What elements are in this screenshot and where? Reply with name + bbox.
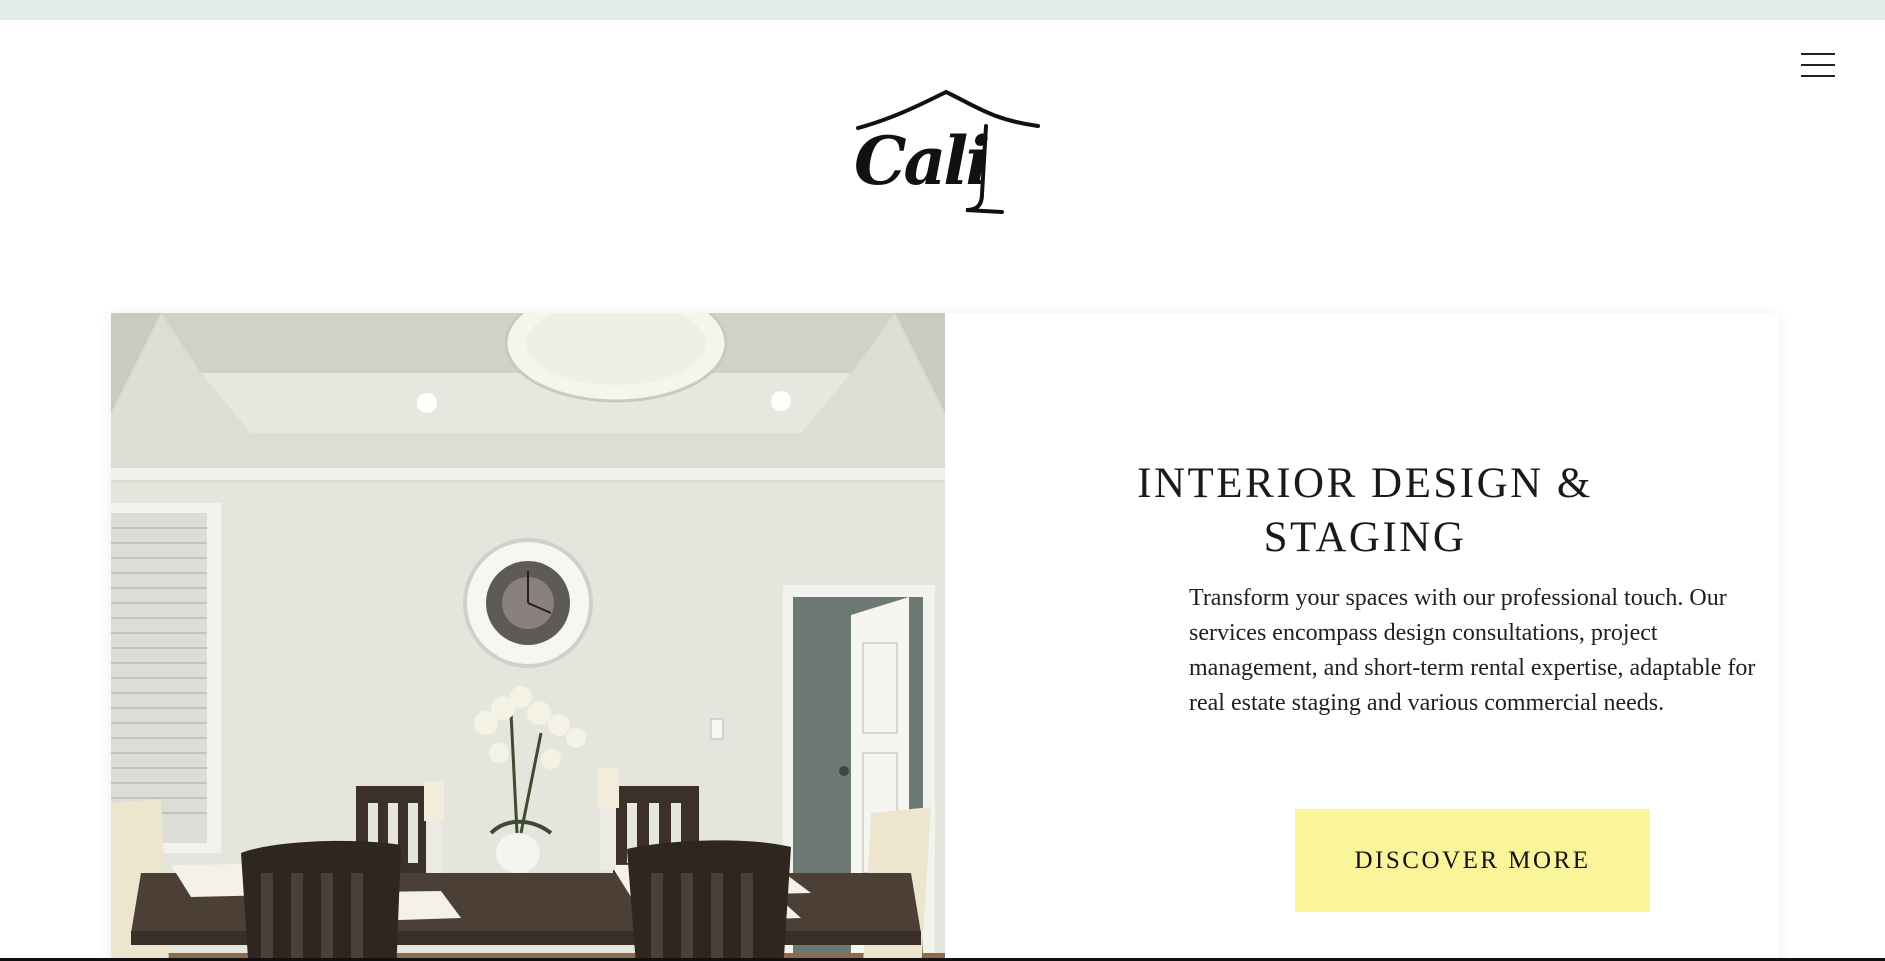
top-accent-strip: [0, 0, 1885, 20]
dining-room-photo: [111, 313, 945, 961]
hamburger-menu-button[interactable]: [1795, 47, 1841, 83]
hero-title: INTERIOR DESIGN & STAGING: [1137, 460, 1593, 561]
menu-line-icon: [1801, 75, 1835, 77]
hero-description: Transform your spaces with our professio…: [1189, 585, 1756, 716]
site-logo[interactable]: Cali: [842, 84, 1050, 224]
discover-more-button[interactable]: DISCOVER MORE: [1295, 809, 1650, 912]
menu-line-icon: [1801, 53, 1835, 55]
logo-wordmark: Cali: [854, 122, 990, 200]
hero-text-panel: INTERIOR DESIGN & STAGING Transform your…: [945, 313, 1779, 961]
menu-line-icon: [1801, 64, 1835, 66]
hero-card: INTERIOR DESIGN & STAGING Transform your…: [111, 313, 1779, 961]
